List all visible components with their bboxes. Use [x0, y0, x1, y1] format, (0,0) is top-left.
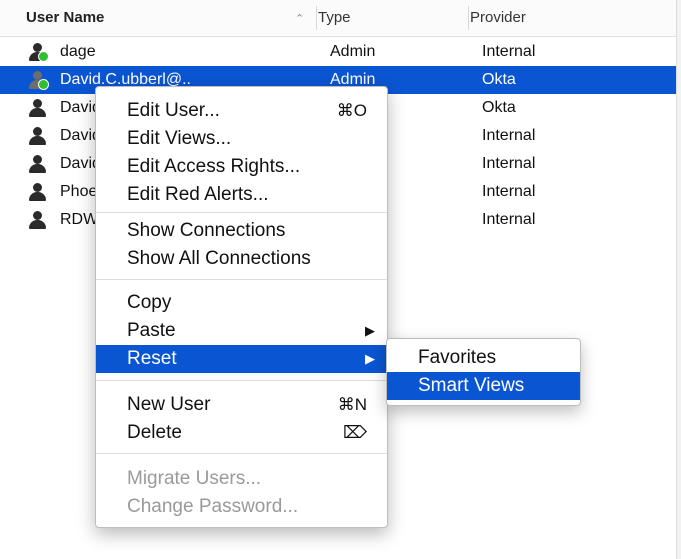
user-icon: [28, 99, 48, 119]
menu-divider: [96, 380, 387, 381]
menu-item-label: Show Connections: [127, 220, 286, 241]
menu-item-label: Favorites: [418, 347, 497, 368]
menu-item-edit-views[interactable]: Edit Views...: [96, 125, 387, 153]
menu-item-label: Migrate Users...: [127, 468, 262, 489]
menu-item-copy[interactable]: Copy: [96, 289, 387, 317]
user-provider-cell: Okta: [482, 71, 516, 88]
sort-ascending-icon[interactable]: ⌃: [295, 0, 304, 38]
user-icon: [28, 183, 48, 203]
menu-item-label: Show All Connections: [127, 248, 311, 269]
menu-item-label: Change Password...: [127, 496, 299, 517]
user-online-icon: [28, 71, 49, 91]
menu-item-label: Smart Views: [418, 375, 525, 396]
menu-item-show-all-connections[interactable]: Show All Connections: [96, 245, 387, 273]
menu-item-label: Paste: [127, 320, 176, 341]
table-header: User Name ⌃ Type Provider: [0, 0, 681, 37]
menu-item-edit-access-rights[interactable]: Edit Access Rights...: [96, 153, 387, 181]
column-divider[interactable]: [316, 6, 317, 30]
menu-divider: [96, 212, 387, 213]
menu-item-label: Reset: [127, 348, 177, 369]
user-provider-cell: Internal: [482, 183, 536, 200]
column-divider[interactable]: [468, 6, 469, 30]
user-name-cell: dage: [60, 43, 96, 60]
menu-item-delete[interactable]: Delete ⌦: [96, 419, 387, 447]
menu-item-label: Delete: [127, 422, 182, 443]
menu-item-edit-user[interactable]: Edit User... ⌘O: [96, 97, 387, 125]
user-icon: [28, 127, 48, 147]
submenu-arrow-icon: ▶: [365, 351, 375, 366]
reset-submenu: Favorites Smart Views: [386, 338, 581, 406]
column-header-provider[interactable]: Provider: [470, 0, 681, 36]
menu-divider: [96, 453, 387, 454]
column-header-user-name[interactable]: User Name: [26, 0, 316, 36]
menu-divider: [96, 279, 387, 280]
user-provider-cell: Okta: [482, 99, 516, 116]
user-provider-cell: Internal: [482, 43, 536, 60]
user-provider-cell: Internal: [482, 155, 536, 172]
menu-item-label: New User: [127, 394, 211, 415]
user-type-cell: Admin: [330, 43, 376, 60]
menu-item-reset[interactable]: Reset ▶: [96, 345, 387, 373]
menu-item-label: Edit Access Rights...: [127, 156, 301, 177]
menu-item-migrate-users: Migrate Users...: [96, 465, 387, 493]
submenu-item-favorites[interactable]: Favorites: [387, 344, 580, 372]
menu-item-label: Edit User...: [127, 100, 220, 121]
user-online-icon: [28, 43, 49, 63]
menu-item-show-connections[interactable]: Show Connections: [96, 217, 387, 245]
context-menu: Edit User... ⌘O Edit Views... Edit Acces…: [95, 86, 388, 528]
menu-item-label: Edit Views...: [127, 128, 232, 149]
submenu-arrow-icon: ▶: [365, 323, 375, 338]
vertical-scrollbar[interactable]: [676, 0, 681, 559]
menu-item-new-user[interactable]: New User ⌘N: [96, 391, 387, 419]
user-icon: [28, 155, 48, 175]
delete-key-icon: ⌦: [342, 423, 367, 442]
menu-item-label: Copy: [127, 292, 172, 313]
menu-item-edit-red-alerts[interactable]: Edit Red Alerts...: [96, 181, 387, 209]
table-row[interactable]: dage Admin Internal: [0, 38, 676, 66]
user-provider-cell: Internal: [482, 211, 536, 228]
menu-item-change-password: Change Password...: [96, 493, 387, 521]
user-provider-cell: Internal: [482, 127, 536, 144]
user-icon: [28, 211, 48, 231]
menu-item-label: Edit Red Alerts...: [127, 184, 269, 205]
column-header-type[interactable]: Type: [318, 0, 468, 36]
menu-item-paste[interactable]: Paste ▶: [96, 317, 387, 345]
shortcut-label: ⌘N: [337, 395, 367, 414]
submenu-item-smart-views[interactable]: Smart Views: [387, 372, 580, 400]
shortcut-label: ⌘O: [336, 101, 367, 120]
